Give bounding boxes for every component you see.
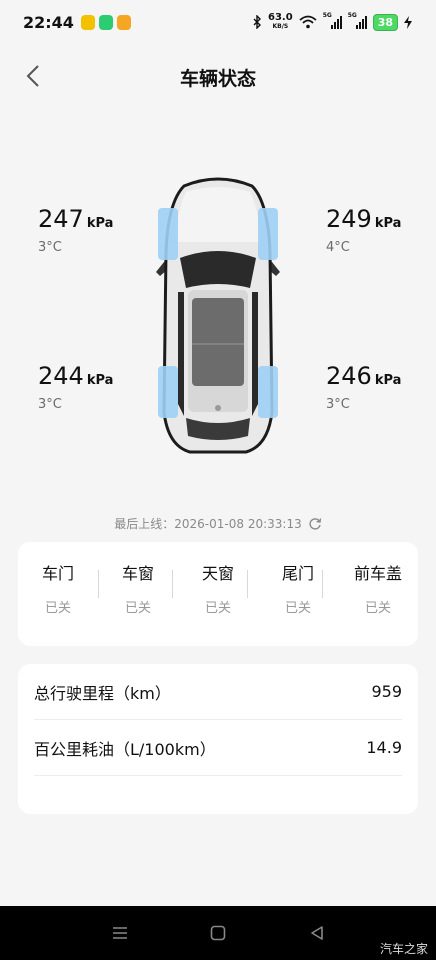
vehicle-stats-card: 总行驶里程（km） 959 百公里耗油（L/100km） 14.9 [18,664,418,814]
door-item-sunroof[interactable]: 天窗 已关 [178,560,258,616]
tire-rear-left: 244 kPa 3°C [38,362,113,412]
status-bar: 22:44 63.0 KB/S 5G 5G 38 [0,0,436,46]
door-item-state: 已关 [124,601,151,616]
door-item-state: 已关 [44,601,71,616]
menu-icon[interactable] [111,924,129,942]
system-navigation-bar: 汽车之家 [0,906,436,960]
charging-icon [404,15,412,29]
stat-value: 959 [371,682,402,701]
door-item-hood[interactable]: 前车盖 已关 [338,560,418,616]
last-online-text: 最后上线：2026-01-08 20:33:13 [114,517,302,531]
tire-pressure-value: 244 [38,362,84,390]
tire-pressure-value: 247 [38,205,84,233]
door-item-state: 已关 [364,601,391,616]
divider [247,570,248,598]
tire-temperature: 3°C [38,240,62,255]
stat-value: 14.9 [366,738,402,757]
door-item-doors[interactable]: 车门 已关 [18,560,98,616]
door-item-windows[interactable]: 车窗 已关 [98,560,178,616]
door-item-tailgate[interactable]: 尾门 已关 [258,560,338,616]
watermark: 汽车之家 [379,942,428,956]
pressure-unit: kPa [86,216,114,231]
wifi-icon [299,15,317,29]
cellular-signal-icon: 5G [323,12,342,29]
app-notification-icon [81,15,95,30]
bluetooth-icon [253,15,261,29]
last-online-row: 最后上线：2026-01-08 20:33:13 [0,515,436,532]
door-item-label: 车窗 [121,564,154,583]
refresh-icon[interactable] [308,517,322,531]
page-title: 车辆状态 [179,68,256,90]
tire-temperature: 4°C [326,240,350,255]
back-icon[interactable] [308,924,326,942]
network-speed: 63.0 KB/S [268,12,293,31]
cellular-signal-icon: 5G [348,12,367,29]
status-time: 22:44 [23,13,74,32]
divider [172,570,173,598]
door-item-state: 已关 [204,601,231,616]
tire-pressure-value: 246 [326,362,372,390]
door-item-label: 车门 [41,564,74,583]
tire-temperature: 3°C [38,397,62,412]
tire-rear-right: 246 kPa 3°C [326,362,401,412]
door-status-card: 车门 已关 车窗 已关 天窗 已关 尾门 已关 前车盖 已关 [18,542,418,646]
car-top-view-image [156,177,280,454]
pressure-unit: kPa [374,373,402,388]
door-item-state: 已关 [284,601,311,616]
tire-front-right: 249 kPa 4°C [326,205,401,255]
door-item-label: 天窗 [201,564,234,583]
stat-row-mileage: 总行驶里程（km） 959 [34,664,402,720]
divider [98,570,99,598]
tire-pressure-value: 249 [326,205,372,233]
home-icon[interactable] [209,924,227,942]
status-indicators: 63.0 KB/S 5G 5G 38 [252,12,412,31]
door-item-label: 前车盖 [353,564,402,583]
pressure-unit: kPa [374,216,402,231]
stat-label: 总行驶里程（km） [34,683,171,703]
app-notification-icon [117,15,131,30]
tire-temperature: 3°C [326,397,350,412]
stat-label: 百公里耗油（L/100km） [34,739,216,759]
tire-front-left: 247 kPa 3°C [38,205,113,255]
page-header: 车辆状态 [0,52,436,98]
app-notification-icon [99,15,113,30]
stat-row-fuel-consumption: 百公里耗油（L/100km） 14.9 [34,720,402,776]
door-item-label: 尾门 [281,564,314,583]
divider [322,570,323,598]
battery-indicator: 38 [372,13,398,31]
pressure-unit: kPa [86,373,114,388]
